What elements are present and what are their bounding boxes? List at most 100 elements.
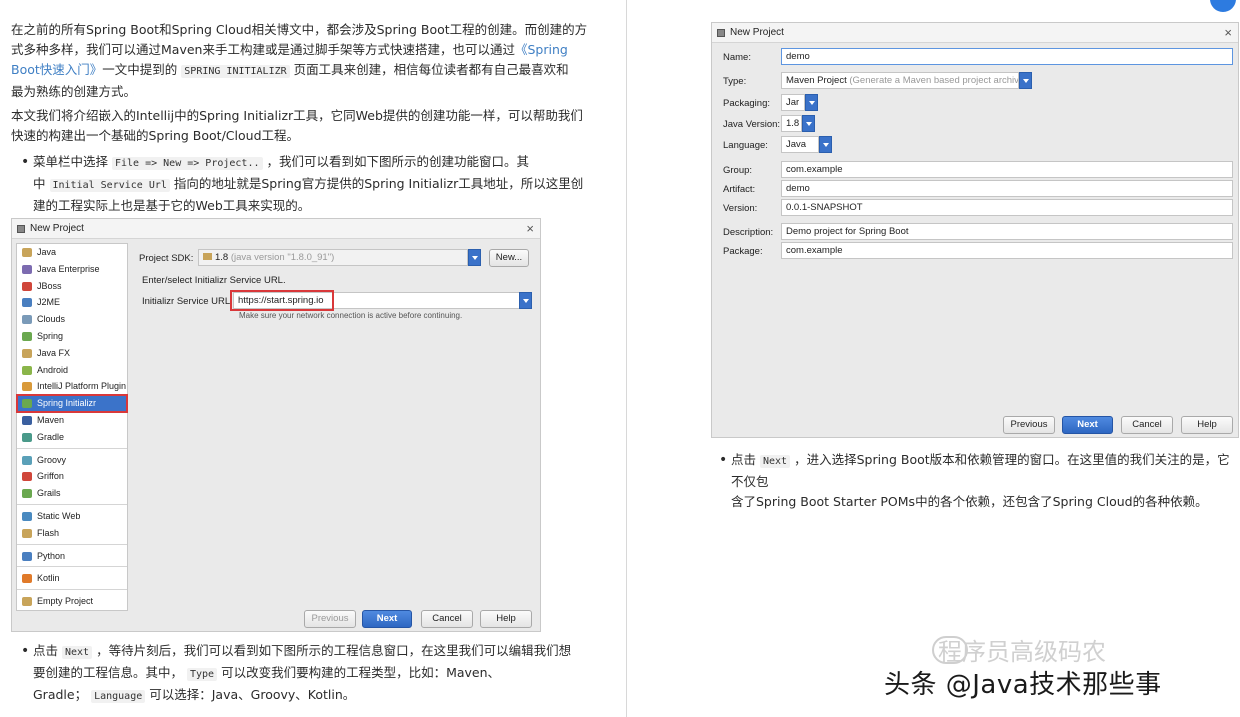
language-code: Language — [91, 690, 146, 703]
name-input[interactable]: demo — [781, 48, 1233, 65]
intro-line-1: 在之前的所有Spring Boot和Spring Cloud相关博文中，都会涉及… — [11, 22, 588, 37]
previous-button[interactable]: Previous — [304, 610, 356, 628]
type-label: Type: — [723, 76, 747, 87]
folder-icon — [203, 253, 212, 260]
packaging-label: Packaging: — [723, 98, 771, 109]
sidebar-item-spring-initializr[interactable]: Spring Initializr — [16, 394, 128, 413]
java-fx-icon — [22, 348, 32, 358]
sidebar-item-java[interactable]: Java — [17, 244, 127, 261]
sidebar-item-label: Java FX — [37, 347, 71, 358]
spring-icon — [22, 331, 32, 341]
sidebar-item-griffon[interactable]: Griffon — [17, 468, 127, 485]
sidebar-item-groovy[interactable]: Groovy — [17, 452, 127, 469]
maven-icon — [22, 415, 32, 425]
type-code: Type — [187, 668, 218, 681]
dialog-title-bar: New Project × — [712, 23, 1238, 43]
j2me-icon — [22, 298, 32, 308]
service-url-label: Initializr Service URL: — [142, 296, 233, 307]
java-version-dropdown-button[interactable] — [802, 115, 815, 132]
sidebar-item-label: Flash — [37, 527, 60, 538]
group-input[interactable]: com.example — [781, 161, 1233, 178]
spring-initializr-icon — [22, 399, 32, 409]
type-dropdown-button[interactable] — [1019, 72, 1032, 89]
help-button[interactable]: Help — [1181, 416, 1233, 434]
sidebar-item-label: Griffon — [37, 471, 64, 482]
close-icon[interactable]: × — [1224, 25, 1232, 40]
intellij-icon — [717, 29, 725, 37]
package-input[interactable]: com.example — [781, 242, 1233, 259]
right-page: New Project × Name: demo Type: Maven Pro… — [627, 0, 1240, 717]
artifact-input[interactable]: demo — [781, 180, 1233, 197]
name-label: Name: — [723, 52, 751, 63]
griffon-icon — [22, 472, 32, 482]
sidebar-item-grails[interactable]: Grails — [17, 485, 127, 502]
spring-boot-quickstart-link-cont[interactable]: Boot快速入门》 — [11, 62, 102, 77]
java-version-select[interactable]: 1.8 — [781, 115, 802, 132]
sidebar-item-maven[interactable]: Maven — [17, 412, 127, 429]
dialog-title: New Project — [730, 27, 784, 38]
sidebar-item-gradle[interactable]: Gradle — [17, 429, 127, 446]
watermark: 头条 @Java技术那些事 — [884, 670, 1162, 700]
sidebar-item-jboss[interactable]: JBoss — [17, 278, 127, 295]
second-paragraph: 本文我们将介绍嵌入的Intellij中的Spring Initializr工具，… — [11, 106, 621, 146]
avatar — [1210, 0, 1236, 12]
service-url-highlight — [230, 290, 334, 311]
language-select[interactable]: Java — [781, 136, 819, 153]
sidebar-item-static-web[interactable]: Static Web — [17, 508, 127, 525]
version-input[interactable]: 0.0.1-SNAPSHOT — [781, 199, 1233, 216]
enter-select-label: Enter/select Initializr Service URL. — [142, 275, 286, 286]
intellij-platform-plugin-icon — [22, 382, 32, 392]
sidebar-item-intellij-platform-plugin[interactable]: IntelliJ Platform Plugin — [17, 378, 127, 395]
sidebar-item-label: Grails — [37, 488, 61, 499]
jboss-icon — [22, 281, 32, 291]
sidebar-item-label: Clouds — [37, 314, 66, 325]
help-button[interactable]: Help — [480, 610, 532, 628]
spring-boot-quickstart-link[interactable]: 《Spring — [515, 42, 568, 57]
previous-button[interactable]: Previous — [1003, 416, 1055, 434]
flash-icon — [22, 528, 32, 538]
dialog-title-bar: New Project × — [12, 219, 540, 239]
sidebar-item-java-fx[interactable]: Java FX — [17, 345, 127, 362]
sidebar-item-java-enterprise[interactable]: Java Enterprise — [17, 261, 127, 278]
sidebar-item-flash[interactable]: Flash — [17, 525, 127, 542]
sidebar-item-label: Spring — [37, 330, 64, 341]
sidebar-item-android[interactable]: Android — [17, 362, 127, 379]
language-dropdown-button[interactable] — [819, 136, 832, 153]
service-url-dropdown-button[interactable] — [519, 292, 532, 309]
sidebar-item-python[interactable]: Python — [17, 548, 127, 565]
second-line-1: 本文我们将介绍嵌入的Intellij中的Spring Initializr工具，… — [11, 108, 583, 123]
type-select[interactable]: Maven Project (Generate a Maven based pr… — [781, 72, 1019, 89]
project-sdk-select[interactable]: 1.8 (java version "1.8.0_91") — [198, 249, 468, 266]
sidebar-item-label: Java Enterprise — [37, 263, 100, 274]
description-input[interactable]: Demo project for Spring Boot — [781, 223, 1233, 240]
cancel-button[interactable]: Cancel — [1121, 416, 1173, 434]
gradle-icon — [22, 432, 32, 442]
sidebar-item-spring[interactable]: Spring — [17, 328, 127, 345]
next-button[interactable]: Next — [362, 610, 412, 628]
sidebar-item-label: Android — [37, 364, 69, 375]
packaging-select[interactable]: Jar — [781, 94, 805, 111]
intellij-icon — [17, 225, 25, 233]
intro-line-2: 式多种多样，我们可以通过Maven来手工构建或是通过脚手架等方式快速搭建，也可以… — [11, 42, 568, 57]
intro-line-3: Boot快速入门》一文中提到的 SPRING INITIALIZR 页面工具来创… — [11, 62, 569, 78]
sidebar-item-clouds[interactable]: Clouds — [17, 311, 127, 328]
sidebar-item-kotlin[interactable]: Kotlin — [17, 570, 127, 587]
sidebar-item-empty-project[interactable]: Empty Project — [17, 593, 127, 610]
dialog-title: New Project — [30, 223, 84, 234]
sidebar-item-label: J2ME — [37, 297, 61, 308]
grails-icon — [22, 489, 32, 499]
android-icon — [22, 365, 32, 375]
sidebar-item-j2me[interactable]: J2ME — [17, 294, 127, 311]
sidebar-item-label: Maven — [37, 414, 65, 425]
intro-paragraph: 在之前的所有Spring Boot和Spring Cloud相关博文中，都会涉及… — [11, 20, 621, 102]
cancel-button[interactable]: Cancel — [421, 610, 473, 628]
next-button[interactable]: Next — [1062, 416, 1113, 434]
sdk-dropdown-button[interactable] — [468, 249, 481, 266]
bullet-click-next: 点击 Next ，等待片刻后，我们可以看到如下图所示的工程信息窗口，在这里我们可… — [19, 641, 619, 707]
sidebar-item-label: Static Web — [37, 510, 81, 521]
group-label: Group: — [723, 165, 753, 176]
new-sdk-button[interactable]: New... — [489, 249, 529, 267]
groovy-icon — [22, 455, 32, 465]
close-icon[interactable]: × — [526, 221, 534, 236]
packaging-dropdown-button[interactable] — [805, 94, 818, 111]
